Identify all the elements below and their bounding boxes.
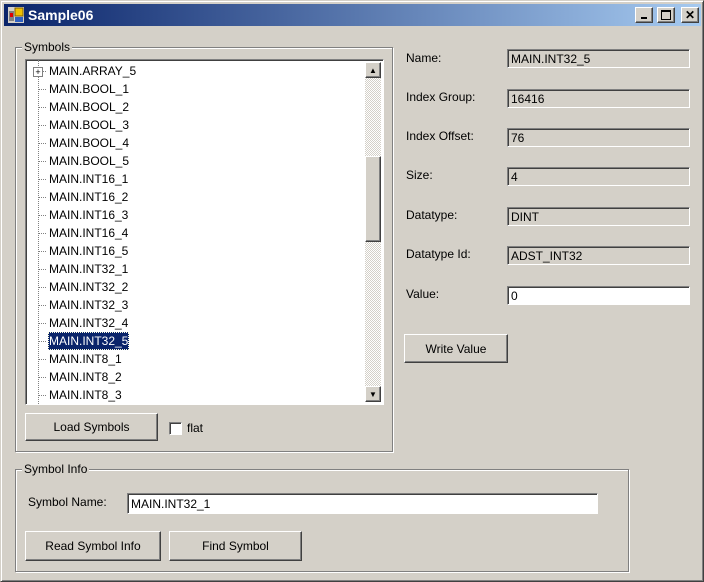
flat-checkbox[interactable] — [169, 422, 182, 435]
scroll-down-button[interactable]: ▼ — [365, 386, 381, 402]
tree-item-label: MAIN.INT16_4 — [49, 226, 129, 240]
tree-item-label: MAIN.BOOL_2 — [49, 100, 130, 114]
index-group-field[interactable]: 16416 — [507, 89, 690, 108]
arrow-up-icon: ▲ — [369, 65, 377, 75]
tree-connector — [38, 377, 46, 378]
tree-item-label: MAIN.INT16_5 — [49, 244, 129, 258]
tree-connector — [38, 161, 46, 162]
close-icon: ✕ — [684, 8, 696, 22]
tree-connector — [38, 269, 46, 270]
tree-connector — [38, 179, 46, 180]
find-symbol-button[interactable]: Find Symbol — [169, 531, 302, 561]
tree-vertical-scrollbar[interactable]: ▲ ▼ — [365, 62, 381, 402]
tree-item-label: MAIN.INT16_3 — [49, 208, 129, 222]
tree-connector-line — [38, 60, 39, 404]
tree-item-label: MAIN.INT32_2 — [49, 280, 129, 294]
tree-item-label: MAIN.INT32_3 — [49, 298, 129, 312]
tree-connector — [38, 341, 46, 342]
tree-item-label: MAIN.INT8_3 — [49, 388, 122, 402]
tree-connector — [38, 359, 46, 360]
tree-item-label: MAIN.BOOL_5 — [49, 154, 130, 168]
maximize-button[interactable] — [657, 7, 675, 23]
scroll-up-button[interactable]: ▲ — [365, 62, 381, 78]
tree-connector — [38, 305, 46, 306]
tree-connector — [38, 143, 46, 144]
symbols-group-label: Symbols — [22, 40, 73, 54]
symbols-tree[interactable]: + MAIN.ARRAY_5 MAIN.BOOL_1 MAIN.BOOL_2 MAIN.… — [25, 59, 384, 405]
tree-item-label: MAIN.INT32_5 — [48, 332, 130, 350]
index-offset-label: Index Offset: — [406, 129, 474, 143]
tree-item-label: MAIN.INT16_2 — [49, 190, 129, 204]
read-symbol-info-button[interactable]: Read Symbol Info — [25, 531, 161, 561]
name-field[interactable]: MAIN.INT32_5 — [507, 49, 690, 68]
index-group-label: Index Group: — [406, 90, 476, 104]
datatype-field[interactable]: DINT — [507, 207, 690, 226]
expand-plus-icon[interactable]: + — [33, 67, 43, 77]
tree-connector — [38, 251, 46, 252]
datatype-id-field[interactable]: ADST_INT32 — [507, 246, 690, 265]
name-label: Name: — [406, 51, 442, 65]
index-offset-field[interactable]: 76 — [507, 128, 690, 147]
minimize-icon — [641, 17, 647, 19]
app-icon — [8, 7, 24, 23]
value-label: Value: — [406, 287, 440, 301]
tree-connector — [38, 125, 46, 126]
tree-item-label: MAIN.ARRAY_5 — [49, 64, 137, 78]
tree-connector — [38, 233, 46, 234]
tree-connector — [38, 107, 46, 108]
flat-checkbox-label: flat — [187, 421, 204, 435]
symbol-info-group-label: Symbol Info — [22, 462, 90, 476]
tree-item-label: MAIN.BOOL_3 — [49, 118, 130, 132]
tree-connector — [38, 89, 46, 90]
minimize-button[interactable] — [635, 7, 653, 23]
tree-item-label: MAIN.INT16_1 — [49, 172, 129, 186]
main-window: Sample06 ✕ Symbols + MAIN.ARRAY_5 MAIN.BOO… — [0, 0, 704, 582]
close-button[interactable]: ✕ — [681, 7, 699, 23]
tree-connector — [38, 197, 46, 198]
size-label: Size: — [406, 168, 433, 182]
arrow-down-icon: ▼ — [369, 389, 377, 399]
write-value-button[interactable]: Write Value — [404, 334, 508, 363]
maximize-icon — [661, 10, 671, 20]
symbol-name-input[interactable]: MAIN.INT32_1 — [127, 493, 598, 514]
tree-item-label: MAIN.INT32_1 — [49, 262, 129, 276]
datatype-id-label: Datatype Id: — [406, 247, 471, 261]
tree-connector — [38, 287, 46, 288]
scrollbar-thumb[interactable] — [365, 156, 381, 242]
size-field[interactable]: 4 — [507, 167, 690, 186]
datatype-label: Datatype: — [406, 208, 458, 222]
title-bar[interactable]: Sample06 ✕ — [4, 4, 701, 26]
symbol-name-label: Symbol Name: — [28, 495, 107, 509]
tree-connector — [38, 395, 46, 396]
tree-connector — [38, 323, 46, 324]
tree-connector — [38, 215, 46, 216]
tree-item-label: MAIN.BOOL_4 — [49, 136, 130, 150]
tree-item-label: MAIN.INT32_4 — [49, 316, 129, 330]
tree-item-label: MAIN.BOOL_1 — [49, 82, 130, 96]
load-symbols-button[interactable]: Load Symbols — [25, 413, 158, 441]
tree-item-label: MAIN.INT8_2 — [49, 370, 122, 384]
window-title: Sample06 — [28, 7, 94, 23]
value-input[interactable]: 0 — [507, 286, 690, 305]
tree-item-label: MAIN.INT8_1 — [49, 352, 122, 366]
